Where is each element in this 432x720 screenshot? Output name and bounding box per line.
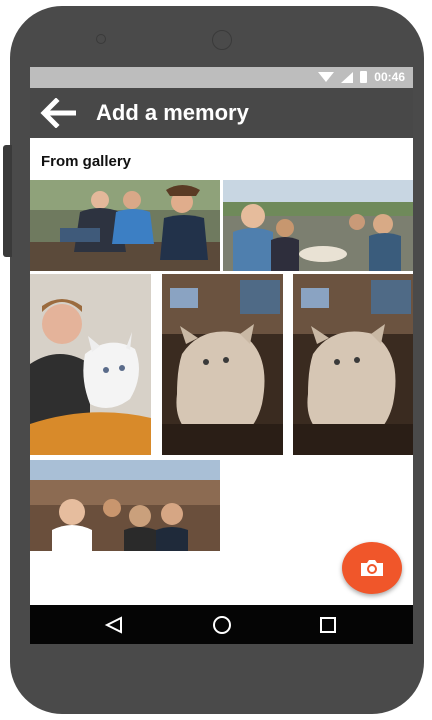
photo-image: [162, 274, 283, 455]
photo-image: [293, 274, 413, 455]
gallery-photo[interactable]: [223, 180, 413, 271]
front-camera: [212, 30, 232, 50]
app-bar: Add a memory: [30, 88, 413, 138]
gallery-photo[interactable]: [30, 460, 220, 551]
gallery-section-title: From gallery: [41, 153, 132, 170]
signal-icon: [341, 71, 354, 83]
camera-button[interactable]: [342, 542, 402, 594]
gallery-photo[interactable]: [293, 274, 413, 455]
arrow-back-icon: [40, 98, 76, 128]
back-button[interactable]: [38, 94, 78, 132]
screen: 00:46 Add a memory From gallery: [30, 67, 413, 644]
back-nav-icon: [104, 615, 122, 634]
nav-back-button[interactable]: [84, 605, 144, 644]
gallery-photo[interactable]: [30, 274, 151, 455]
phone-device: 00:46 Add a memory From gallery: [0, 0, 432, 720]
status-bar: 00:46: [30, 67, 413, 88]
page-title: Add a memory: [96, 100, 249, 125]
photo-image: [30, 460, 220, 551]
camera-icon: [361, 560, 383, 576]
wifi-icon: [318, 72, 335, 82]
gallery-photo[interactable]: [30, 180, 220, 271]
status-time: 00:46: [374, 70, 405, 84]
side-button: [3, 145, 12, 257]
nav-home-button[interactable]: [192, 605, 252, 644]
photo-image: [30, 274, 151, 455]
photo-image: [223, 180, 413, 271]
home-nav-icon: [213, 615, 231, 634]
battery-icon: [360, 71, 368, 83]
navigation-bar: [30, 605, 413, 644]
gallery-photo[interactable]: [162, 274, 283, 455]
photo-image: [30, 180, 220, 271]
sensor-dot: [96, 34, 106, 44]
recents-nav-icon: [320, 616, 336, 633]
nav-recents-button[interactable]: [298, 605, 358, 644]
